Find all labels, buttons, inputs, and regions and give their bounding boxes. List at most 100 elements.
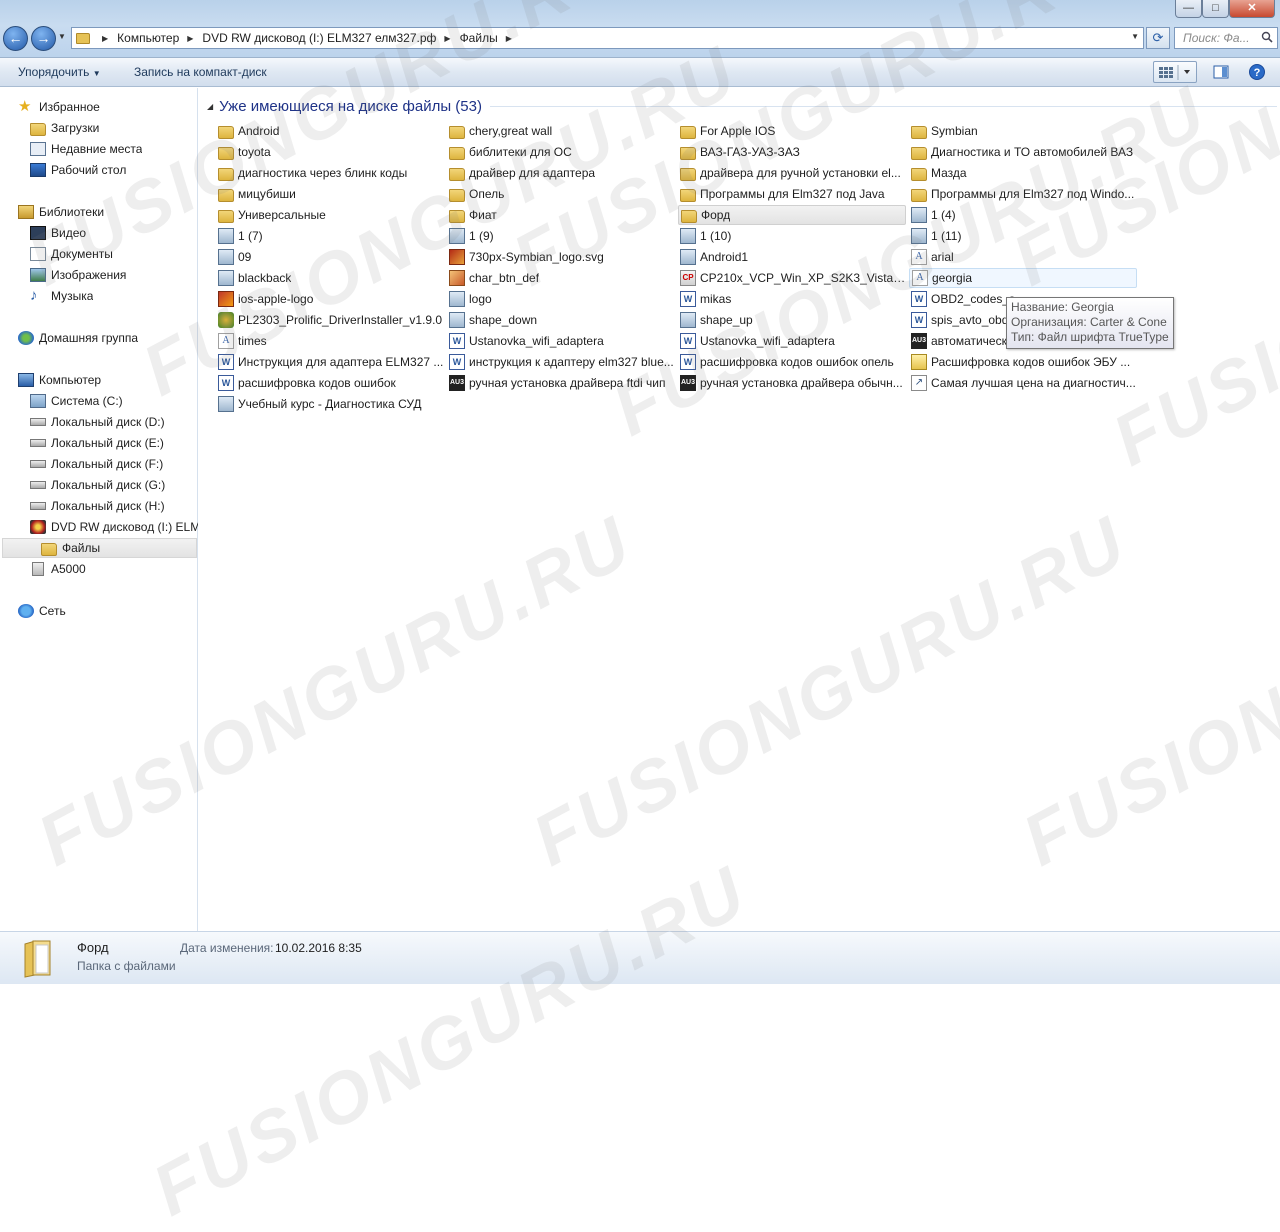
folder-item[interactable]: мицубиши xyxy=(216,184,444,204)
sidebar-item-recent[interactable]: Недавние места xyxy=(30,139,142,159)
item-label: Фиат xyxy=(469,208,497,222)
sidebar-item-drive-h[interactable]: Локальный диск (H:) xyxy=(30,496,165,516)
folder-item[interactable]: For Apple IOS xyxy=(678,121,906,141)
file-item[interactable]: Atimes xyxy=(216,331,444,351)
file-item[interactable]: Ageorgia xyxy=(909,268,1137,288)
help-button[interactable]: ? xyxy=(1245,61,1269,83)
sidebar-item-downloads[interactable]: Загрузки xyxy=(30,118,99,138)
group-header[interactable]: ◢ Уже имеющиеся на диске файлы (53) xyxy=(207,98,1277,115)
sidebar-item-files[interactable]: Файлы xyxy=(2,538,197,558)
file-item[interactable]: Wрасшифровка кодов ошибок опель xyxy=(678,352,906,372)
file-item[interactable]: blackback xyxy=(216,268,444,288)
breadcrumb-computer[interactable]: Компьютер xyxy=(117,31,179,45)
file-item[interactable]: 1 (10) xyxy=(678,226,906,246)
file-item[interactable]: Aarial xyxy=(909,247,1137,267)
file-item[interactable]: 1 (4) xyxy=(909,205,1137,225)
folder-item[interactable]: драйвер для адаптера xyxy=(447,163,675,183)
file-item[interactable]: W Инструкция для адаптера ELM327 ... xyxy=(216,352,444,372)
item-label: 1 (11) xyxy=(931,229,962,243)
file-item[interactable]: Android1 xyxy=(678,247,906,267)
item-label: shape_down xyxy=(469,313,538,327)
file-item[interactable]: ↗ Самая лучшая цена на диагностич... xyxy=(909,373,1137,393)
chevron-right-icon[interactable]: ▶ xyxy=(506,34,512,43)
search-input[interactable]: Поиск: Фа... xyxy=(1174,27,1278,49)
sidebar-item-homegroup[interactable]: Домашняя группа xyxy=(18,328,138,348)
collapse-arrow-icon[interactable]: ◢ xyxy=(207,102,213,111)
file-item[interactable]: CP CP210x_VCP_Win_XP_S2K3_Vista_7 xyxy=(678,268,906,288)
file-item[interactable]: Wрасшифровка кодов ошибок xyxy=(216,373,444,393)
folder-item[interactable]: toyota xyxy=(216,142,444,162)
folder-item[interactable]: Форд xyxy=(678,205,906,225)
file-item[interactable]: char_btn_def xyxy=(447,268,675,288)
file-item[interactable]: AU3 ручная установка драйвера ftdi чип xyxy=(447,373,675,393)
folder-item[interactable]: библитеки для ОС xyxy=(447,142,675,162)
folder-item[interactable]: Программы для Elm327 под Windo... xyxy=(909,184,1137,204)
refresh-button[interactable]: ⟳ xyxy=(1146,27,1170,49)
sidebar-item-computer[interactable]: Компьютер xyxy=(18,370,101,390)
breadcrumb-files[interactable]: Файлы xyxy=(460,31,498,45)
folder-item[interactable]: диагностика через блинк коды xyxy=(216,163,444,183)
breadcrumb-dvd[interactable]: DVD RW дисковод (I:) ELM327 елм327.рф xyxy=(202,31,436,45)
sidebar-item-documents[interactable]: Документы xyxy=(30,244,113,264)
file-item[interactable]: Расшифровка кодов ошибок ЭБУ ... xyxy=(909,352,1137,372)
file-item[interactable]: 730px-Symbian_logo.svg xyxy=(447,247,675,267)
sidebar-item-images[interactable]: Изображения xyxy=(30,265,126,285)
file-item[interactable]: ios-apple-logo xyxy=(216,289,444,309)
address-dropdown-icon[interactable]: ▼ xyxy=(1131,32,1139,41)
file-item[interactable]: logo xyxy=(447,289,675,309)
file-item[interactable]: 1 (7) xyxy=(216,226,444,246)
file-item[interactable]: 09 xyxy=(216,247,444,267)
sidebar-item-drive-g[interactable]: Локальный диск (G:) xyxy=(30,475,165,495)
back-button[interactable]: ← xyxy=(3,26,28,51)
sidebar-item-video[interactable]: Видео xyxy=(30,223,86,243)
folder-item[interactable]: Symbian xyxy=(909,121,1137,141)
chevron-right-icon[interactable]: ▶ xyxy=(444,34,450,43)
organize-menu[interactable]: Упорядочить ▼ xyxy=(18,65,101,79)
folder-item[interactable]: Универсальные xyxy=(216,205,444,225)
search-icon[interactable] xyxy=(1261,31,1273,43)
view-options-button[interactable] xyxy=(1153,61,1197,83)
file-item[interactable]: Учебный курс - Диагностика СУД xyxy=(216,394,444,414)
chevron-right-icon[interactable]: ▶ xyxy=(187,34,193,43)
file-item[interactable]: Wmikas xyxy=(678,289,906,309)
sidebar-item-desktop[interactable]: Рабочий стол xyxy=(30,160,126,180)
maximize-button[interactable]: □ xyxy=(1202,0,1229,18)
folder-item[interactable]: chery,great wall xyxy=(447,121,675,141)
history-dropdown-icon[interactable]: ▼ xyxy=(58,32,67,44)
file-item[interactable]: shape_down xyxy=(447,310,675,330)
sidebar-item-drive-e[interactable]: Локальный диск (E:) xyxy=(30,433,164,453)
file-item[interactable]: AU3 ручная установка драйвера обычн... xyxy=(678,373,906,393)
folder-item[interactable]: Опель xyxy=(447,184,675,204)
minimize-button[interactable]: — xyxy=(1175,0,1202,18)
folder-item[interactable]: Программы для Elm327 под Java xyxy=(678,184,906,204)
sidebar-item-music[interactable]: ♪ Музыка xyxy=(30,286,93,306)
folder-item[interactable]: Мазда xyxy=(909,163,1137,183)
chevron-right-icon[interactable]: ▶ xyxy=(102,34,108,43)
file-item[interactable]: 1 (11) xyxy=(909,226,1137,246)
sidebar-item-drive-d[interactable]: Локальный диск (D:) xyxy=(30,412,165,432)
sidebar-item-favorites[interactable]: ★ Избранное xyxy=(18,97,100,117)
file-item[interactable]: Wинструкция к адаптеру elm327 blue... xyxy=(447,352,675,372)
sidebar-item-drive-c[interactable]: Система (C:) xyxy=(30,391,123,411)
sidebar-item-network[interactable]: Сеть xyxy=(18,601,66,621)
sidebar-item-dvd[interactable]: DVD RW дисковод (I:) ELM327 елм327.рф xyxy=(30,517,198,537)
file-item[interactable]: shape_up xyxy=(678,310,906,330)
sidebar-item-libraries[interactable]: Библиотеки xyxy=(18,202,104,222)
forward-button[interactable]: → xyxy=(31,26,56,51)
folder-item[interactable]: ВАЗ-ГАЗ-УАЗ-ЗАЗ xyxy=(678,142,906,162)
folder-icon xyxy=(911,125,927,139)
burn-button[interactable]: Запись на компакт-диск xyxy=(134,65,267,79)
file-item[interactable]: W Ustanovka_wifi_adaptera xyxy=(447,331,675,351)
file-item[interactable]: 1 (9) xyxy=(447,226,675,246)
folder-item[interactable]: Android xyxy=(216,121,444,141)
file-item[interactable]: W Ustanovka_wifi_adaptera xyxy=(678,331,906,351)
sidebar-item-a5000[interactable]: A5000 xyxy=(30,559,86,579)
folder-item[interactable]: Диагностика и ТО автомобилей ВАЗ xyxy=(909,142,1137,162)
preview-pane-button[interactable] xyxy=(1209,61,1233,83)
folder-item[interactable]: драйвера для ручной установки el... xyxy=(678,163,906,183)
folder-item[interactable]: Фиат xyxy=(447,205,675,225)
file-item[interactable]: PL2303_Prolific_DriverInstaller_v1.9.0 xyxy=(216,310,444,330)
sidebar-item-drive-f[interactable]: Локальный диск (F:) xyxy=(30,454,163,474)
close-button[interactable]: ✕ xyxy=(1229,0,1275,18)
address-bar[interactable]: ▶ Компьютер ▶ DVD RW дисковод (I:) ELM32… xyxy=(71,27,1144,49)
